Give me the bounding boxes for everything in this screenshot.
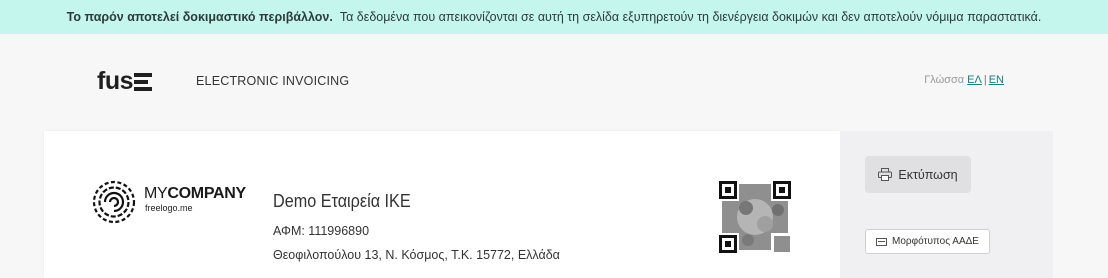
product-name: ELECTRONIC INVOICING bbox=[196, 74, 350, 88]
fuse-logo[interactable]: fus bbox=[97, 68, 152, 94]
language-option-en[interactable]: EN bbox=[989, 74, 1004, 86]
issuer-vat: ΑΦΜ: 111996890 bbox=[273, 224, 370, 238]
aade-format-button[interactable]: Μορφότυπος ΑΑΔΕ bbox=[865, 229, 990, 254]
language-switcher: Γλώσσα ΕΛ | EN bbox=[924, 74, 1004, 86]
invoice-card: MYCOMPANY freelogo.me Demo Εταιρεία ΙΚΕ … bbox=[44, 131, 840, 278]
company-logo: MYCOMPANY freelogo.me bbox=[92, 180, 252, 224]
issuer-address: Θεοφιλοπούλου 13, Ν. Κόσμος, Τ.Κ. 15772,… bbox=[273, 248, 560, 262]
printer-icon bbox=[878, 168, 893, 181]
print-button-label: Εκτύπωση bbox=[898, 167, 958, 182]
banner-bold-text: Το παρόν αποτελεί δοκιμαστικό περιβάλλον… bbox=[66, 10, 333, 24]
banner-text: Τα δεδομένα που απεικονίζονται σε αυτή τ… bbox=[339, 10, 1042, 24]
fuse-logo-e-mark bbox=[134, 71, 152, 91]
aade-format-button-label: Μορφότυπος ΑΑΔΕ bbox=[892, 236, 979, 247]
qr-code bbox=[718, 180, 792, 254]
actions-panel: Εκτύπωση Μορφότυπος ΑΑΔΕ bbox=[840, 131, 1053, 278]
test-environment-banner: Το παρόν αποτελεί δοκιμαστικό περιβάλλον… bbox=[0, 0, 1108, 34]
company-logo-wordmark: MYCOMPANY bbox=[144, 185, 246, 202]
spiral-logo-icon bbox=[92, 180, 136, 224]
xml-file-icon bbox=[876, 237, 888, 246]
issuer-name: Demo Εταιρεία ΙΚΕ bbox=[273, 191, 411, 211]
language-separator: | bbox=[983, 74, 987, 86]
page-header: fus ELECTRONIC INVOICING Γλώσσα ΕΛ | EN bbox=[0, 34, 1108, 130]
print-button[interactable]: Εκτύπωση bbox=[865, 156, 971, 193]
language-label: Γλώσσα bbox=[924, 74, 965, 86]
company-logo-subtext: freelogo.me bbox=[145, 203, 193, 213]
language-option-el[interactable]: ΕΛ bbox=[967, 74, 982, 86]
fuse-logo-text: fus bbox=[97, 67, 134, 95]
